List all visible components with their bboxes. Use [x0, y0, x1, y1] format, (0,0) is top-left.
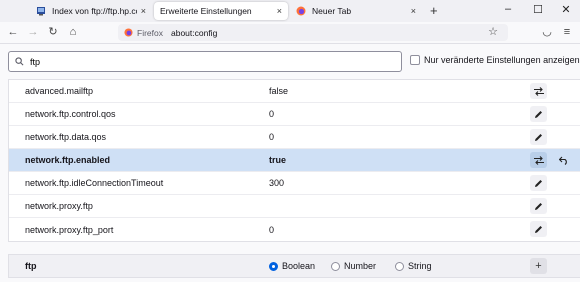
- add-pref-button[interactable]: +: [530, 258, 547, 274]
- modified-only-label: Nur veränderte Einstellungen anzeigen: [424, 55, 580, 65]
- modified-only-checkbox[interactable]: Nur veränderte Einstellungen anzeigen: [410, 55, 580, 65]
- pref-value: false: [269, 86, 289, 96]
- search-input[interactable]: [30, 56, 370, 67]
- edit-icon: [535, 225, 542, 233]
- edit-button[interactable]: [530, 221, 547, 237]
- maximize-button[interactable]: ☐: [530, 3, 546, 16]
- pref-name: network.ftp.data.qos: [25, 132, 107, 142]
- type-radio-number[interactable]: Number: [331, 261, 376, 271]
- menu-icon[interactable]: ≡: [560, 25, 574, 39]
- navigation-bar: ← → ↻ ⌂ Firefox about:config ☆ ◡ ≡: [0, 22, 580, 44]
- forward-button[interactable]: →: [26, 25, 40, 39]
- new-pref-name: ftp: [25, 261, 37, 271]
- search-box[interactable]: [8, 51, 402, 72]
- table-row: network.proxy.ftp_port 0: [9, 218, 580, 241]
- search-icon: [15, 57, 24, 66]
- prefs-table: advanced.mailftp false network.ftp.contr…: [8, 79, 580, 242]
- edit-icon: [535, 133, 542, 141]
- firefox-icon: [296, 6, 306, 16]
- tab-ftp-index[interactable]: Index von ftp://ftp.hp.com/pub/ ×: [30, 2, 152, 20]
- pref-name: network.ftp.enabled: [25, 155, 111, 165]
- new-tab-button[interactable]: +: [430, 3, 438, 18]
- type-radio-string[interactable]: String: [395, 261, 432, 271]
- tab-neuer-tab[interactable]: Neuer Tab ×: [290, 2, 422, 20]
- add-pref-row: ftp Boolean Number String +: [8, 254, 580, 278]
- tab-erweiterte-einstellungen[interactable]: Erweiterte Einstellungen ×: [154, 2, 288, 20]
- edit-icon: [535, 202, 542, 210]
- radio-dot[interactable]: [331, 261, 340, 271]
- edit-button[interactable]: [530, 129, 547, 145]
- radio-dot[interactable]: [269, 261, 278, 271]
- tab-title: Erweiterte Einstellungen: [160, 6, 252, 16]
- tab-title: Index von ftp://ftp.hp.com/pub/: [52, 6, 137, 16]
- pref-value: 300: [269, 178, 285, 188]
- radio-label: String: [408, 261, 432, 271]
- table-row: network.ftp.control.qos 0: [9, 103, 580, 126]
- reload-button[interactable]: ↻: [46, 25, 60, 39]
- toggle-icon: [533, 86, 544, 96]
- firefox-icon: [124, 28, 133, 37]
- identity-label: Firefox: [137, 27, 163, 38]
- table-row: network.ftp.idleConnectionTimeout 300: [9, 172, 580, 195]
- type-radio-boolean[interactable]: Boolean: [269, 261, 315, 271]
- minimize-button[interactable]: –: [500, 3, 516, 15]
- radio-label: Boolean: [282, 261, 316, 271]
- table-row: network.ftp.data.qos 0: [9, 126, 580, 149]
- reset-button[interactable]: [555, 152, 572, 168]
- pocket-icon[interactable]: ◡: [540, 25, 554, 39]
- home-button[interactable]: ⌂: [66, 25, 80, 39]
- table-row: advanced.mailftp false: [9, 80, 580, 103]
- edit-icon: [535, 179, 542, 187]
- undo-icon: [558, 156, 567, 165]
- edit-icon: [535, 110, 542, 118]
- url-bar[interactable]: Firefox about:config: [118, 24, 508, 41]
- radio-label: Number: [344, 261, 377, 271]
- table-row-selected: network.ftp.enabled true: [9, 149, 580, 172]
- about-config-page: Nur veränderte Einstellungen anzeigen ad…: [0, 45, 580, 282]
- close-window-button[interactable]: ✕: [558, 3, 574, 16]
- document-icon: [37, 7, 45, 16]
- edit-button[interactable]: [530, 175, 547, 191]
- toggle-button[interactable]: [530, 83, 547, 99]
- pref-name: network.ftp.control.qos: [25, 109, 116, 119]
- pref-value: 0: [269, 132, 275, 142]
- bookmark-star-icon[interactable]: ☆: [486, 25, 500, 39]
- pref-name: advanced.mailftp: [25, 86, 94, 96]
- checkbox[interactable]: [410, 55, 420, 65]
- tab-close-icon[interactable]: ×: [141, 6, 146, 16]
- pref-value: 0: [269, 109, 275, 119]
- pref-value: true: [269, 155, 287, 165]
- tab-close-icon[interactable]: ×: [411, 6, 416, 16]
- pref-value: 0: [269, 224, 275, 235]
- edit-button[interactable]: [530, 106, 547, 122]
- tab-title: Neuer Tab: [312, 6, 352, 16]
- edit-button[interactable]: [530, 198, 547, 214]
- pref-name: network.proxy.ftp: [25, 201, 93, 211]
- toggle-button[interactable]: [530, 152, 547, 168]
- back-button[interactable]: ←: [6, 25, 20, 39]
- pref-name: network.ftp.idleConnectionTimeout: [25, 178, 164, 188]
- pref-name: network.proxy.ftp_port: [25, 224, 114, 235]
- tab-strip: Index von ftp://ftp.hp.com/pub/ × Erweit…: [0, 0, 580, 22]
- tab-close-icon[interactable]: ×: [277, 6, 282, 16]
- table-row: network.proxy.ftp: [9, 195, 580, 218]
- radio-dot[interactable]: [395, 261, 404, 271]
- url-text: about:config: [170, 27, 218, 38]
- toggle-icon: [533, 155, 544, 165]
